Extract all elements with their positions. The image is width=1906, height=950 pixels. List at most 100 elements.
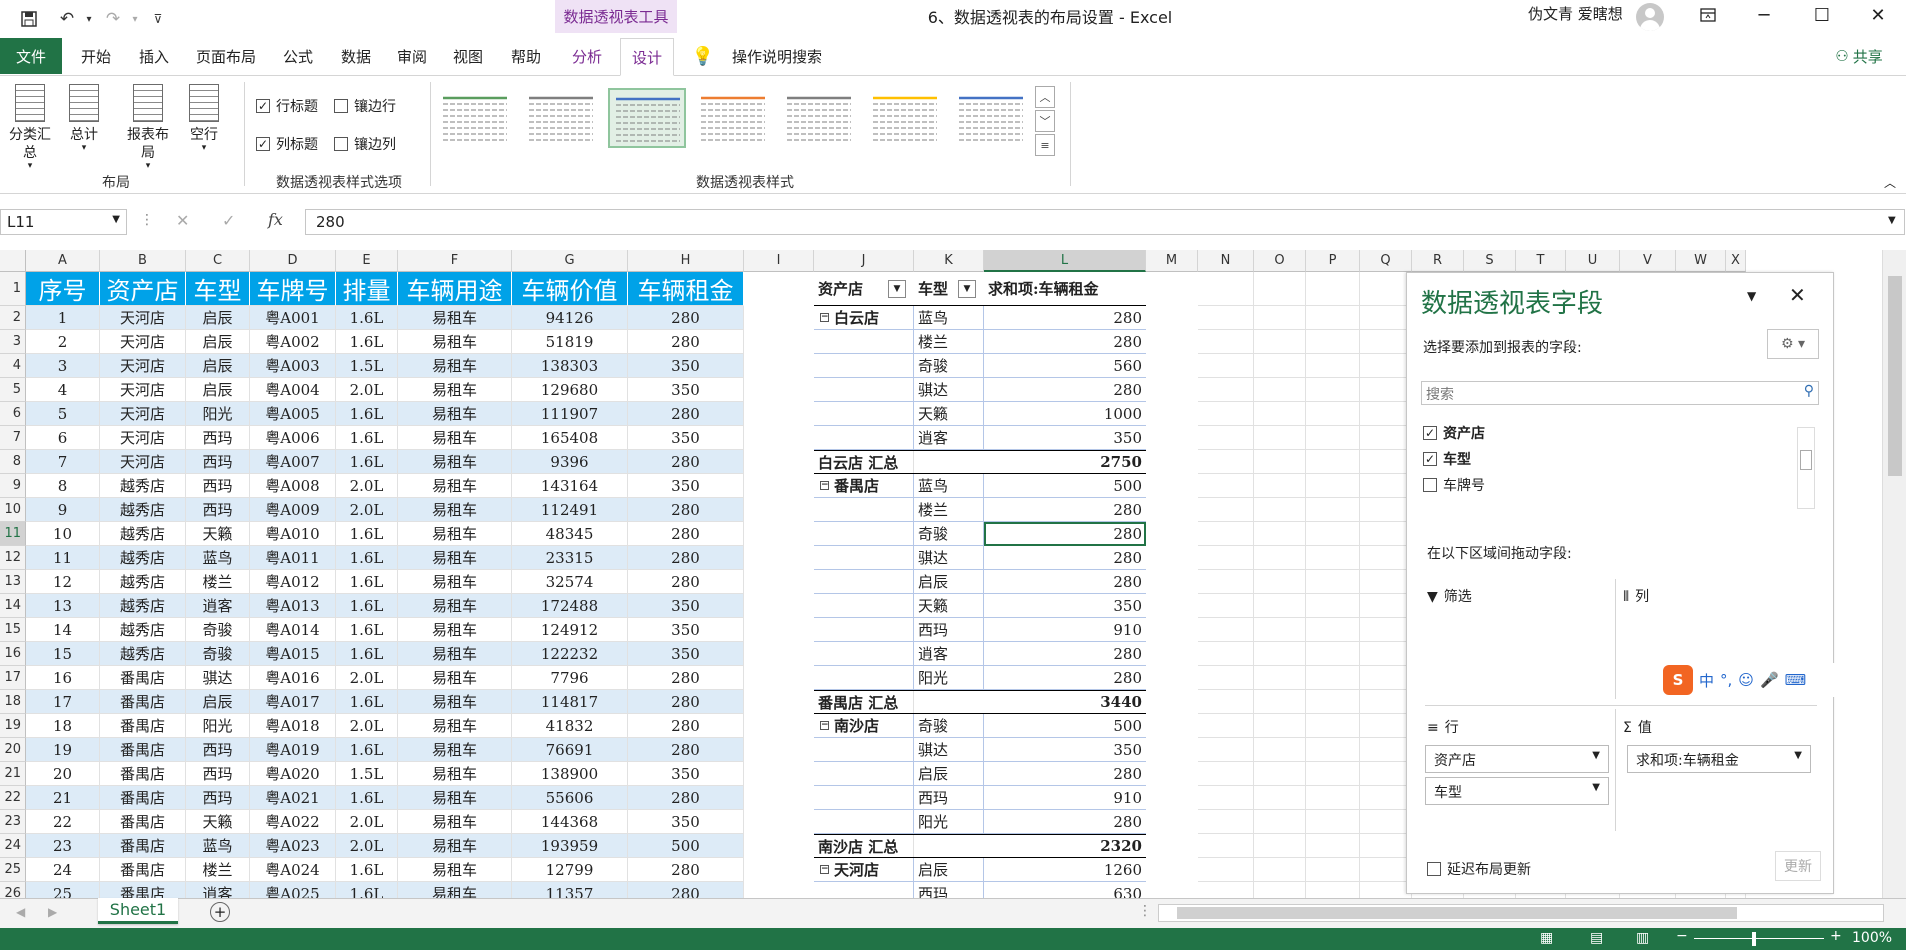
- table-cell[interactable]: 易租车: [398, 354, 512, 378]
- table-cell[interactable]: 51819: [512, 330, 628, 354]
- pivot-cell[interactable]: [814, 810, 914, 834]
- undo-dropdown-icon[interactable]: ▾: [76, 6, 102, 32]
- pivot-cell[interactable]: 西玛: [914, 618, 984, 642]
- grid-cell[interactable]: [1254, 594, 1306, 618]
- table-cell[interactable]: 20: [26, 762, 100, 786]
- grid-cell[interactable]: [1360, 474, 1412, 498]
- pivot-cell[interactable]: 西玛: [914, 786, 984, 810]
- table-cell[interactable]: 番禺店: [100, 762, 186, 786]
- table-cell[interactable]: 280: [628, 402, 744, 426]
- table-cell[interactable]: 1.6L: [336, 426, 398, 450]
- grid-cell[interactable]: [1306, 762, 1360, 786]
- grid-cell[interactable]: [1198, 738, 1254, 762]
- pivot-cell[interactable]: 蓝鸟: [914, 474, 984, 498]
- table-cell[interactable]: 粤A015: [250, 642, 336, 666]
- table-cell[interactable]: 280: [628, 306, 744, 330]
- grid-cell[interactable]: [1254, 402, 1306, 426]
- table-cell[interactable]: 7796: [512, 666, 628, 690]
- table-cell[interactable]: 11: [26, 546, 100, 570]
- table-cell[interactable]: 1.6L: [336, 594, 398, 618]
- table-cell[interactable]: 18: [26, 714, 100, 738]
- pivot-value-cell[interactable]: 1000: [984, 402, 1146, 426]
- pivot-cell[interactable]: [814, 882, 914, 898]
- table-cell[interactable]: 193959: [512, 834, 628, 858]
- table-cell[interactable]: 15: [26, 642, 100, 666]
- table-cell[interactable]: 12: [26, 570, 100, 594]
- table-cell[interactable]: 8: [26, 474, 100, 498]
- table-header-cell[interactable]: 车型: [186, 272, 250, 306]
- table-cell[interactable]: 天河店: [100, 354, 186, 378]
- table-cell[interactable]: 1.6L: [336, 402, 398, 426]
- tab-split-handle-icon[interactable]: ⋮: [1138, 903, 1152, 919]
- grid-cell[interactable]: [1198, 834, 1254, 858]
- table-cell[interactable]: 粤A023: [250, 834, 336, 858]
- pivot-style-thumbnail[interactable]: [694, 88, 772, 148]
- grid-cell[interactable]: [1306, 594, 1360, 618]
- row-header[interactable]: 8: [0, 450, 26, 474]
- grid-cell[interactable]: [1254, 354, 1306, 378]
- grand-totals-button[interactable]: 总计 ▾: [64, 84, 104, 153]
- grid-cell[interactable]: [1306, 690, 1360, 714]
- table-cell[interactable]: 280: [628, 882, 744, 898]
- table-cell[interactable]: 280: [628, 450, 744, 474]
- row-headers-checkbox[interactable]: ✓ 行标题: [256, 96, 318, 116]
- row-header[interactable]: 11: [0, 522, 26, 546]
- grid-cell[interactable]: [1254, 426, 1306, 450]
- pivot-cell[interactable]: [814, 522, 914, 546]
- row-header[interactable]: 23: [0, 810, 26, 834]
- table-cell[interactable]: 2: [26, 330, 100, 354]
- collapse-icon[interactable]: −: [820, 721, 829, 730]
- grid-cell[interactable]: [1360, 498, 1412, 522]
- report-layout-button[interactable]: 报表布 局 ▾: [124, 84, 172, 171]
- pivot-style-thumbnail[interactable]: [522, 88, 600, 148]
- grid-cell[interactable]: [1306, 522, 1360, 546]
- grid-cell[interactable]: [1306, 330, 1360, 354]
- grid-cell[interactable]: [1306, 474, 1360, 498]
- table-cell[interactable]: 23: [26, 834, 100, 858]
- column-header[interactable]: P: [1306, 250, 1360, 272]
- pivot-value-cell[interactable]: 350: [984, 738, 1146, 762]
- pivot-value-cell[interactable]: 280: [984, 330, 1146, 354]
- table-cell[interactable]: 粤A005: [250, 402, 336, 426]
- grid-cell[interactable]: [1198, 858, 1254, 882]
- table-cell[interactable]: 1.6L: [336, 618, 398, 642]
- pivot-subtotal-value[interactable]: 2750: [984, 450, 1146, 474]
- table-cell[interactable]: 122232: [512, 642, 628, 666]
- table-cell[interactable]: 48345: [512, 522, 628, 546]
- table-cell[interactable]: 111907: [512, 402, 628, 426]
- column-header[interactable]: K: [914, 250, 984, 272]
- row-header[interactable]: 25: [0, 858, 26, 882]
- table-cell[interactable]: 粤A003: [250, 354, 336, 378]
- minimize-icon[interactable]: ─: [1736, 0, 1792, 30]
- pivot-cell[interactable]: [814, 642, 914, 666]
- pivot-cell[interactable]: [814, 762, 914, 786]
- tab-view[interactable]: 视图: [442, 38, 494, 74]
- normal-view-icon[interactable]: ▦: [1540, 930, 1553, 946]
- pivot-cell[interactable]: 楼兰: [914, 498, 984, 522]
- pivot-value-cell[interactable]: 280: [984, 546, 1146, 570]
- grid-cell[interactable]: [1198, 306, 1254, 330]
- table-header-cell[interactable]: 排量: [336, 272, 398, 306]
- table-cell[interactable]: 4: [26, 378, 100, 402]
- table-cell[interactable]: 番禺店: [100, 714, 186, 738]
- update-button[interactable]: 更新: [1775, 851, 1821, 881]
- grid-cell[interactable]: [1198, 474, 1254, 498]
- table-cell[interactable]: 阳光: [186, 402, 250, 426]
- row-header[interactable]: 3: [0, 330, 26, 354]
- grid-cell[interactable]: [1306, 402, 1360, 426]
- row-header[interactable]: 12: [0, 546, 26, 570]
- table-cell[interactable]: 易租车: [398, 834, 512, 858]
- column-header[interactable]: V: [1620, 250, 1676, 272]
- pivot-value-cell[interactable]: 1260: [984, 858, 1146, 882]
- table-cell[interactable]: 1.6L: [336, 330, 398, 354]
- table-cell[interactable]: 易租车: [398, 642, 512, 666]
- grid-cell[interactable]: [1360, 402, 1412, 426]
- table-cell[interactable]: 粤A002: [250, 330, 336, 354]
- table-cell[interactable]: 易租车: [398, 738, 512, 762]
- ribbon-display-options-icon[interactable]: [1680, 0, 1736, 30]
- grid-cell[interactable]: [1360, 642, 1412, 666]
- pivot-value-cell[interactable]: 280: [984, 810, 1146, 834]
- grid-cell[interactable]: [1360, 546, 1412, 570]
- pivot-cell[interactable]: 西玛: [914, 882, 984, 898]
- table-cell[interactable]: 粤A011: [250, 546, 336, 570]
